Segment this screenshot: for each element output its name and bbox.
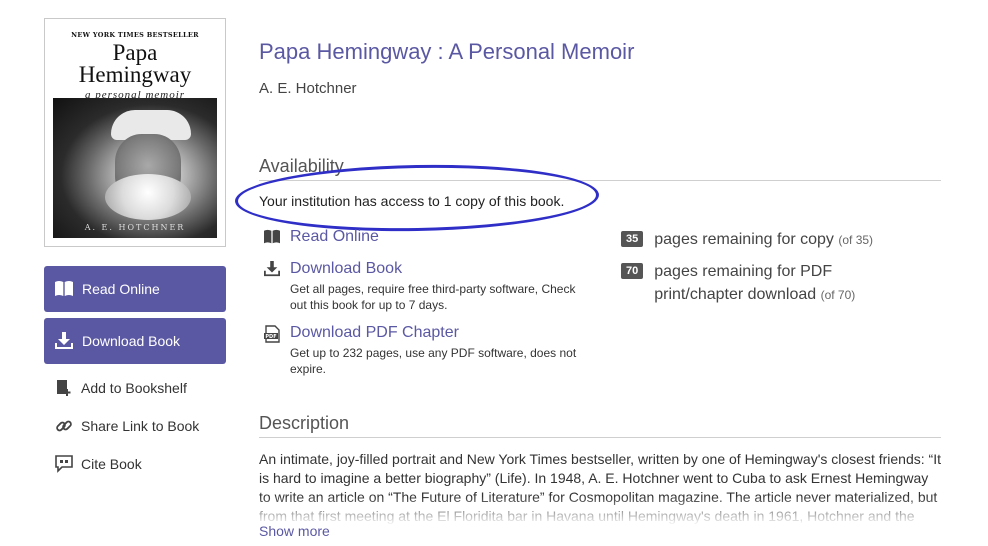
availability-heading: Availability bbox=[259, 156, 344, 176]
access-text: Your institution has access to 1 copy of… bbox=[259, 193, 565, 209]
download-pdf-chapter-link[interactable]: Download PDF Chapter bbox=[290, 324, 580, 342]
cover-title-line2: Hemingway bbox=[78, 62, 192, 87]
quote-bubble-icon bbox=[54, 454, 74, 474]
pdf-remaining-total: (of 70) bbox=[820, 288, 856, 302]
link-icon bbox=[54, 416, 74, 436]
book-open-icon bbox=[262, 228, 282, 248]
pdf-file-icon: PDF bbox=[262, 324, 282, 344]
cite-book-label: Cite Book bbox=[81, 456, 142, 472]
description-heading: Description bbox=[259, 413, 350, 433]
option-read-online: Read Online bbox=[262, 228, 379, 248]
download-book-button[interactable]: Download Book bbox=[44, 318, 226, 364]
share-link-to-book-link[interactable]: Share Link to Book bbox=[54, 416, 199, 436]
cover-author: A. E. HOTCHNER bbox=[84, 223, 186, 232]
description-divider bbox=[259, 437, 941, 438]
cover-title: Papa Hemingway bbox=[53, 40, 217, 87]
option-download-book: Download Book Get all pages, require fre… bbox=[262, 260, 580, 313]
download-icon bbox=[262, 260, 282, 280]
add-to-bookshelf-link[interactable]: Add to Bookshelf bbox=[54, 378, 187, 398]
copy-remaining-total: (of 35) bbox=[838, 233, 874, 247]
cite-book-link[interactable]: Cite Book bbox=[54, 454, 142, 474]
download-book-note: Get all pages, require free third-party … bbox=[290, 282, 576, 312]
download-pdf-note: Get up to 232 pages, use any PDF softwar… bbox=[290, 346, 577, 376]
download-book-link[interactable]: Download Book bbox=[290, 260, 580, 278]
download-book-label: Download Book bbox=[82, 333, 181, 349]
pdf-count-badge: 70 bbox=[621, 263, 644, 279]
cover-photo bbox=[53, 98, 217, 238]
book-cover: NEW YORK TIMES BESTSELLER Papa Hemingway… bbox=[44, 18, 226, 247]
show-more-link[interactable]: Show more bbox=[259, 523, 330, 539]
cover-art: NEW YORK TIMES BESTSELLER Papa Hemingway… bbox=[53, 27, 217, 238]
description-text: An intimate, joy-filled portrait and New… bbox=[259, 451, 941, 524]
share-link-label: Share Link to Book bbox=[81, 418, 200, 434]
cover-title-line1: Papa bbox=[112, 40, 158, 65]
svg-text:PDF: PDF bbox=[265, 334, 276, 340]
add-to-bookshelf-label: Add to Bookshelf bbox=[81, 380, 187, 396]
copy-count-badge: 35 bbox=[621, 231, 644, 247]
book-title: Papa Hemingway : A Personal Memoir bbox=[259, 39, 635, 64]
copy-remaining-text: pages remaining for copy bbox=[654, 231, 834, 248]
cover-banner: NEW YORK TIMES BESTSELLER bbox=[71, 31, 199, 39]
read-online-link[interactable]: Read Online bbox=[290, 228, 379, 246]
book-open-icon bbox=[54, 279, 74, 299]
availability-divider bbox=[259, 180, 941, 181]
read-online-button[interactable]: Read Online bbox=[44, 266, 226, 312]
bookshelf-add-icon bbox=[54, 378, 74, 398]
read-online-label: Read Online bbox=[82, 281, 160, 297]
pages-remaining-pdf: 70 pages remaining for PDF print/chapter… bbox=[621, 260, 869, 307]
pdf-remaining-text: pages remaining for PDF print/chapter do… bbox=[654, 263, 833, 303]
download-icon bbox=[54, 331, 74, 351]
pages-remaining-copy: 35 pages remaining for copy (of 35) bbox=[621, 228, 914, 252]
option-download-pdf: PDF Download PDF Chapter Get up to 232 p… bbox=[262, 324, 580, 377]
cover-photo-beard bbox=[105, 174, 191, 220]
book-author: A. E. Hotchner bbox=[259, 80, 357, 97]
